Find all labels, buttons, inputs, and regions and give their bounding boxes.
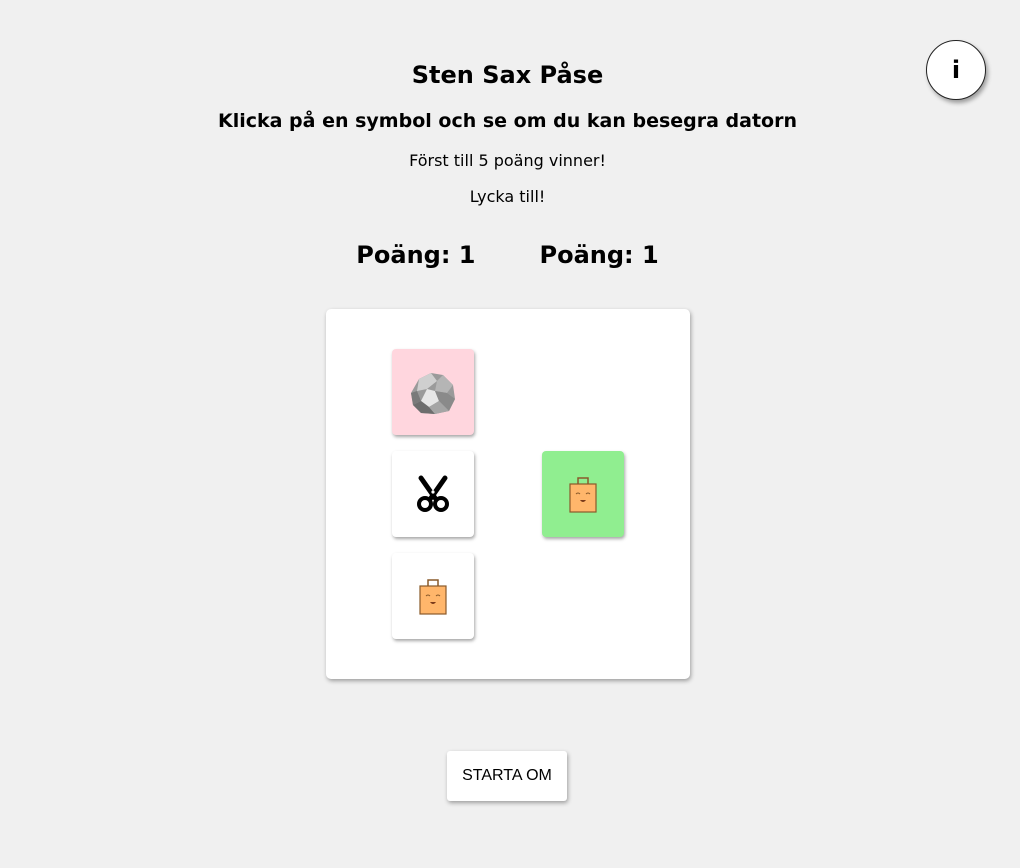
rock-icon [411, 373, 455, 414]
game-board [326, 309, 690, 679]
restart-button[interactable]: STARTA OM [447, 751, 567, 801]
scissors-choice-button[interactable] [392, 451, 474, 537]
win-condition-text: Först till 5 poäng vinner! [409, 151, 606, 170]
rock-choice-button[interactable] [392, 349, 474, 435]
score-row: Poäng: 1 Poäng: 1 [0, 240, 1015, 270]
computer-choice-card [542, 451, 624, 537]
page-subtitle: Klicka på en symbol och se om du kan bes… [217, 110, 798, 132]
player-score: Poäng: 1 [356, 241, 476, 269]
bag-icon [569, 477, 597, 513]
good-luck-text: Lycka till! [469, 187, 546, 206]
computer-score: Poäng: 1 [539, 241, 659, 269]
bag-icon [419, 579, 447, 615]
page-title: Sten Sax Påse [411, 61, 604, 89]
scissors-icon [417, 475, 449, 512]
bag-choice-button[interactable] [392, 553, 474, 639]
